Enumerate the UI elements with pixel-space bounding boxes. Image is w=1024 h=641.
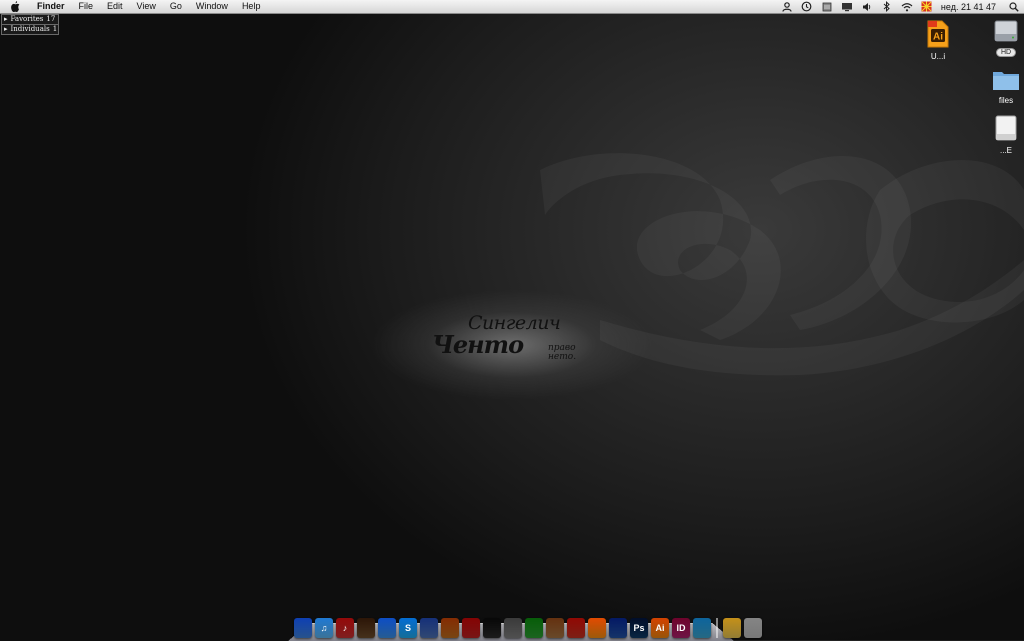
bluetooth-icon[interactable] xyxy=(880,0,894,13)
menu-window[interactable]: Window xyxy=(189,0,235,13)
dock-item-photoshop[interactable]: Ps xyxy=(630,618,648,638)
dock-item-glyph: ♪ xyxy=(342,623,348,633)
desktop-icon-label: files xyxy=(998,96,1014,105)
menu-help[interactable]: Help xyxy=(235,0,268,13)
dock-item-indesign[interactable]: ID xyxy=(672,618,690,638)
individuals-count: 1 xyxy=(52,25,58,33)
dock-item-glyph: Ai xyxy=(655,623,665,633)
illustrator-file-icon: Ai xyxy=(927,20,949,48)
dock-item-vlc[interactable] xyxy=(588,618,606,638)
desktop-icon-folder-files[interactable]: files xyxy=(981,68,1024,105)
dock-item-finder[interactable] xyxy=(294,618,312,638)
wallpaper-swash-3 xyxy=(866,160,1024,323)
time-machine-icon[interactable] xyxy=(800,0,814,13)
favorites-label: Favorites xyxy=(10,15,44,23)
dock-item-app-green[interactable] xyxy=(525,618,543,638)
menu-view[interactable]: View xyxy=(130,0,163,13)
wallpaper-logo-tagline: право нето. xyxy=(548,343,577,362)
dock-item-trash[interactable] xyxy=(744,618,762,638)
disclosure-triangle-icon: ▸ xyxy=(4,25,8,33)
desktop-icon-hard-drive[interactable]: HD xyxy=(981,18,1024,57)
sync-status-icon[interactable] xyxy=(820,0,834,13)
dock-item-app-dark[interactable] xyxy=(483,618,501,638)
dock-item-app-grey[interactable] xyxy=(504,618,522,638)
menu-bar: Finder File Edit View Go Window Help нед… xyxy=(0,0,1024,14)
menu-app-finder[interactable]: Finder xyxy=(30,0,72,13)
folder-icon xyxy=(993,72,1019,90)
dock-item-glyph: S xyxy=(404,623,411,633)
menu-clock[interactable]: нед. 21 41 47 xyxy=(941,2,996,12)
dock-item-app-red[interactable] xyxy=(462,618,480,638)
individuals-label: Individuals xyxy=(10,25,50,33)
input-language-flag-icon[interactable] xyxy=(920,0,934,13)
dock-item-illustrator[interactable]: Ai xyxy=(651,618,669,638)
wallpaper-swash-2 xyxy=(770,156,912,330)
hard-drive-icon xyxy=(994,20,1018,42)
dock-item-app-rainbow[interactable] xyxy=(693,618,711,638)
dock-item-skype[interactable]: S xyxy=(399,618,417,638)
dock-item-app-red2[interactable] xyxy=(567,618,585,638)
external-drive-icon xyxy=(995,115,1017,141)
dock-item-glyph: ID xyxy=(676,623,686,633)
desktop-icon-label: U...i xyxy=(930,52,946,61)
dock-item-app-photo[interactable] xyxy=(546,618,564,638)
wallpaper-swash-4 xyxy=(600,260,1024,376)
dock-item-safari[interactable] xyxy=(378,618,396,638)
individuals-row[interactable]: ▸ Individuals 1 xyxy=(1,24,59,35)
apple-menu-icon[interactable] xyxy=(10,1,22,13)
spotlight-search-icon[interactable] xyxy=(1007,0,1021,13)
favorites-count: 17 xyxy=(46,15,56,23)
wallpaper-logo-line2: Ченто xyxy=(432,330,524,359)
dock-item-itunes[interactable]: ♫ xyxy=(315,618,333,638)
user-status-icon[interactable] xyxy=(780,0,794,13)
dock-item-preview[interactable] xyxy=(357,618,375,638)
desktop-icon-label: ...E xyxy=(999,146,1012,155)
dock: ♫ ♪ S Ps Ai ID xyxy=(294,612,762,638)
dock-separator xyxy=(716,618,718,638)
display-icon[interactable] xyxy=(840,0,854,13)
dock-item-glyph: Ps xyxy=(633,623,645,633)
dock-item-music-app[interactable]: ♪ xyxy=(336,618,354,638)
dock-item-stack[interactable] xyxy=(723,618,741,638)
menu-edit[interactable]: Edit xyxy=(100,0,130,13)
menu-file[interactable]: File xyxy=(72,0,101,13)
dock-item-mail[interactable] xyxy=(420,618,438,638)
dock-item-glyph: ♫ xyxy=(320,623,328,633)
dock-item-app-blue[interactable] xyxy=(609,618,627,638)
wallpaper-logo: Сингелич Ченто право нето. xyxy=(430,312,600,372)
disclosure-triangle-icon: ▸ xyxy=(4,15,8,23)
wifi-icon[interactable] xyxy=(900,0,914,13)
svg-text:Ai: Ai xyxy=(933,32,943,43)
desktop-icon-external-drive[interactable]: ...E xyxy=(981,114,1024,155)
volume-icon[interactable] xyxy=(860,0,874,13)
status-area: нед. 21 41 47 xyxy=(777,0,1024,13)
menu-go[interactable]: Go xyxy=(163,0,189,13)
desktop-icon-illustrator-file[interactable]: Ai U...i xyxy=(913,20,963,61)
dock-item-garageband[interactable] xyxy=(441,618,459,638)
desktop-icon-label: HD xyxy=(995,48,1017,57)
